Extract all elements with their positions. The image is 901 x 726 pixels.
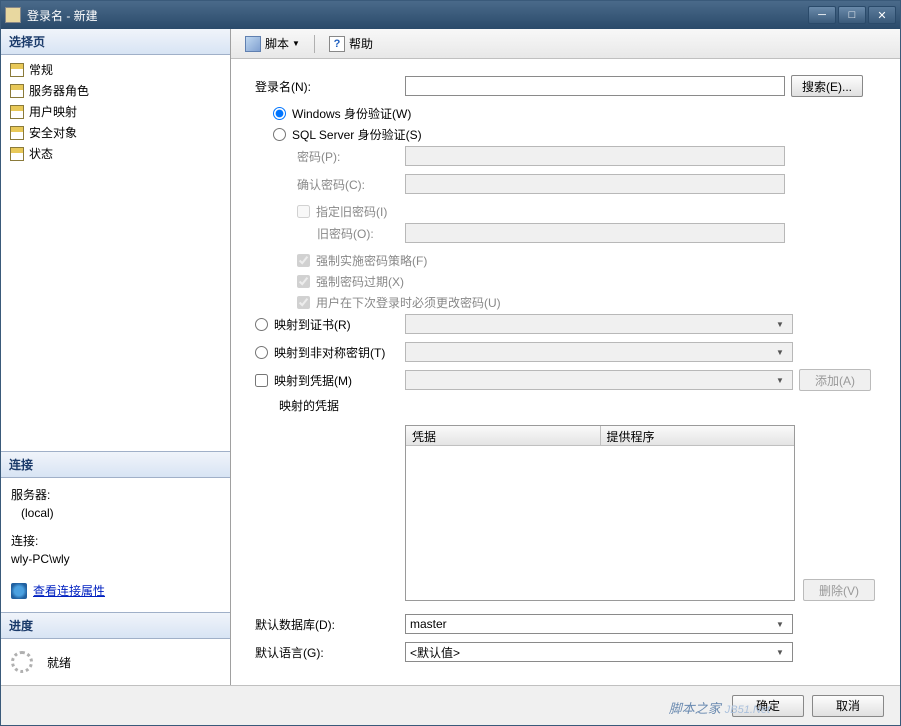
nav-user-mapping[interactable]: 用户映射: [1, 101, 230, 122]
search-button[interactable]: 搜索(E)...: [791, 75, 863, 97]
toolbar-separator: [314, 35, 315, 53]
maximize-button[interactable]: □: [838, 6, 866, 24]
sidebar: 选择页 常规 服务器角色 用户映射 安全对象 状态 连接 服务器: (local…: [1, 29, 231, 685]
specify-old-label: 指定旧密码(I): [316, 203, 387, 220]
chevron-down-icon: ▼: [772, 320, 788, 329]
default-lang-label: 默认语言(G):: [255, 644, 405, 661]
must-change-checkbox: [297, 296, 310, 309]
remove-button: 删除(V): [803, 579, 875, 601]
dialog-window: 登录名 - 新建 ─ □ ✕ 选择页 常规 服务器角色 用户映射 安全对象 状态…: [0, 0, 901, 726]
specify-old-checkbox: [297, 205, 310, 218]
must-change-label: 用户在下次登录时必须更改密码(U): [316, 294, 501, 311]
page-icon: [10, 63, 24, 77]
login-name-input[interactable]: [405, 76, 785, 96]
enforce-expire-checkbox: [297, 275, 310, 288]
nav-server-roles[interactable]: 服务器角色: [1, 80, 230, 101]
cert-combo: ▼: [405, 314, 793, 334]
page-icon: [10, 126, 24, 140]
progress-header: 进度: [1, 612, 230, 639]
password-input: [405, 146, 785, 166]
enforce-policy-label: 强制实施密码策略(F): [316, 252, 427, 269]
app-icon: [5, 7, 21, 23]
titlebar[interactable]: 登录名 - 新建 ─ □ ✕: [1, 1, 900, 29]
map-asym-radio[interactable]: [255, 346, 268, 359]
chevron-down-icon: ▼: [772, 348, 788, 357]
page-icon: [10, 147, 24, 161]
script-button[interactable]: 脚本▼: [239, 33, 306, 54]
nav-label: 服务器角色: [29, 82, 89, 99]
conn-value: wly-PC\wly: [11, 550, 220, 568]
windows-auth-label: Windows 身份验证(W): [292, 105, 411, 122]
chevron-down-icon: ▼: [772, 620, 788, 629]
grid-col-provider: 提供程序: [601, 426, 795, 445]
login-name-label: 登录名(N):: [255, 78, 405, 95]
page-nav-list: 常规 服务器角色 用户映射 安全对象 状态: [1, 55, 230, 168]
nav-label: 状态: [29, 145, 53, 162]
nav-general[interactable]: 常规: [1, 59, 230, 80]
windows-auth-radio[interactable]: [273, 107, 286, 120]
page-icon: [10, 105, 24, 119]
minimize-button[interactable]: ─: [808, 6, 836, 24]
progress-status: 就绪: [47, 654, 71, 671]
dialog-footer: 确定 取消: [1, 685, 900, 725]
main-panel: 脚本▼ 帮助 登录名(N): 搜索(E)... Windows 身份验证(W) …: [231, 29, 900, 685]
old-password-label: 旧密码(O):: [255, 225, 405, 242]
sql-auth-radio[interactable]: [273, 128, 286, 141]
progress-panel: 就绪: [1, 639, 230, 685]
mapped-creds-label: 映射的凭据: [255, 397, 405, 414]
add-button: 添加(A): [799, 369, 871, 391]
old-password-input: [405, 223, 785, 243]
grid-col-credential: 凭据: [406, 426, 601, 445]
select-page-header: 选择页: [1, 29, 230, 55]
map-cred-label: 映射到凭据(M): [274, 372, 352, 389]
default-lang-combo[interactable]: <默认值>▼: [405, 642, 793, 662]
enforce-policy-checkbox: [297, 254, 310, 267]
server-value: (local): [21, 504, 220, 522]
credentials-grid[interactable]: 凭据 提供程序: [405, 425, 795, 601]
properties-icon: [11, 583, 27, 599]
sql-auth-label: SQL Server 身份验证(S): [292, 126, 422, 143]
help-icon: [329, 36, 345, 52]
password-label: 密码(P):: [255, 148, 405, 165]
asym-combo: ▼: [405, 342, 793, 362]
cancel-button[interactable]: 取消: [812, 695, 884, 717]
server-label: 服务器:: [11, 486, 220, 504]
connection-header: 连接: [1, 451, 230, 478]
ok-button[interactable]: 确定: [732, 695, 804, 717]
form-area: 登录名(N): 搜索(E)... Windows 身份验证(W) SQL Ser…: [231, 59, 900, 685]
map-asym-label: 映射到非对称密钥(T): [274, 344, 385, 361]
spinner-icon: [11, 651, 33, 673]
nav-label: 常规: [29, 61, 53, 78]
cred-combo: ▼: [405, 370, 793, 390]
window-title: 登录名 - 新建: [27, 7, 808, 24]
nav-status[interactable]: 状态: [1, 143, 230, 164]
view-connection-properties-link[interactable]: 查看连接属性: [11, 582, 105, 600]
map-cred-checkbox[interactable]: [255, 374, 268, 387]
chevron-down-icon: ▼: [292, 39, 300, 48]
script-icon: [245, 36, 261, 52]
nav-label: 用户映射: [29, 103, 77, 120]
toolbar: 脚本▼ 帮助: [231, 29, 900, 59]
connection-info: 服务器: (local) 连接: wly-PC\wly 查看连接属性: [1, 478, 230, 612]
chevron-down-icon: ▼: [772, 376, 788, 385]
map-cert-label: 映射到证书(R): [274, 316, 351, 333]
default-db-combo[interactable]: master▼: [405, 614, 793, 634]
nav-label: 安全对象: [29, 124, 77, 141]
page-icon: [10, 84, 24, 98]
nav-securables[interactable]: 安全对象: [1, 122, 230, 143]
close-button[interactable]: ✕: [868, 6, 896, 24]
map-cert-radio[interactable]: [255, 318, 268, 331]
enforce-expire-label: 强制密码过期(X): [316, 273, 404, 290]
default-db-label: 默认数据库(D):: [255, 616, 405, 633]
help-button[interactable]: 帮助: [323, 33, 379, 54]
confirm-password-label: 确认密码(C):: [255, 176, 405, 193]
conn-label: 连接:: [11, 532, 220, 550]
confirm-password-input: [405, 174, 785, 194]
chevron-down-icon: ▼: [772, 648, 788, 657]
